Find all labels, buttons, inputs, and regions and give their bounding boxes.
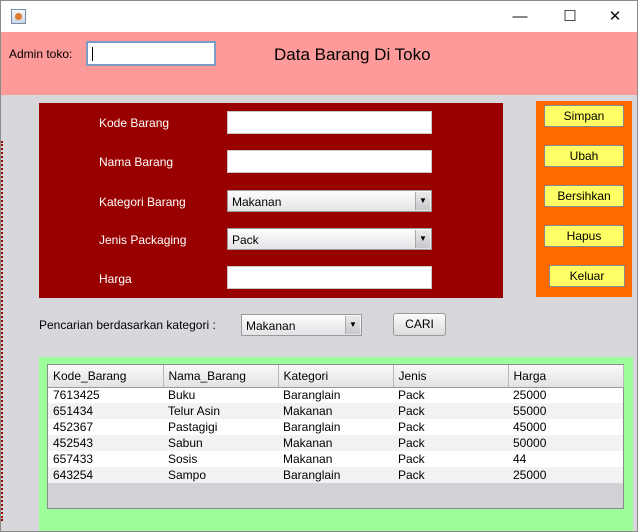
- table-cell: 643254: [48, 467, 163, 483]
- header-panel: Admin toko: Data Barang Di Toko: [1, 32, 637, 95]
- form-panel: Kode Barang Nama Barang Kategori Barang …: [39, 103, 503, 298]
- column-header[interactable]: Kode_Barang: [48, 365, 164, 388]
- table-cell: Pack: [393, 387, 508, 403]
- table-cell: Pack: [393, 403, 508, 419]
- page-title: Data Barang Di Toko: [274, 45, 431, 64]
- table-cell: 50000: [508, 435, 623, 451]
- table-cell: 452367: [48, 419, 163, 435]
- table-row[interactable]: 657433 Sosis Makanan Pack 44: [48, 451, 623, 467]
- table-cell: Makanan: [278, 435, 393, 451]
- table-header-row: Kode_Barang Nama_Barang Kategori Jenis H…: [48, 365, 624, 388]
- table-cell: Sosis: [163, 451, 278, 467]
- hapus-button[interactable]: Hapus: [544, 225, 624, 247]
- table-cell: Baranglain: [278, 467, 393, 483]
- text-caret: [92, 47, 93, 61]
- close-button[interactable]: ✕: [592, 1, 637, 32]
- table-cell: 7613425: [48, 387, 163, 403]
- kategori-barang-select[interactable]: Makanan ▼: [227, 190, 432, 212]
- search-label: Pencarian berdasarkan kategori :: [39, 318, 216, 332]
- kategori-barang-label: Kategori Barang: [99, 195, 186, 209]
- column-header[interactable]: Harga: [508, 365, 624, 388]
- table-scroll-pane[interactable]: Kode_Barang Nama_Barang Kategori Jenis H…: [47, 364, 624, 509]
- table-cell: Telur Asin: [163, 403, 278, 419]
- table-cell: Pastagigi: [163, 419, 278, 435]
- minimize-button[interactable]: —: [497, 1, 543, 32]
- table-cell: 25000: [508, 467, 623, 483]
- action-button-panel: Simpan Ubah Bersihkan Hapus Keluar: [536, 101, 632, 297]
- jenis-packaging-select[interactable]: Pack ▼: [227, 228, 432, 250]
- table-cell: 657433: [48, 451, 163, 467]
- harga-input[interactable]: [227, 266, 432, 289]
- nama-barang-input[interactable]: [227, 150, 432, 173]
- table-cell: 651434: [48, 403, 163, 419]
- chevron-down-icon[interactable]: ▼: [415, 192, 430, 210]
- kode-barang-input[interactable]: [227, 111, 432, 134]
- table-cell: 44: [508, 451, 623, 467]
- table-cell: Makanan: [278, 451, 393, 467]
- table-cell: Pack: [393, 419, 508, 435]
- table-cell: Pack: [393, 435, 508, 451]
- table-row[interactable]: 643254 Sampo Baranglain Pack 25000: [48, 467, 623, 483]
- kategori-barang-value: Makanan: [232, 195, 282, 209]
- keluar-button[interactable]: Keluar: [549, 265, 625, 287]
- table-cell: Pack: [393, 467, 508, 483]
- table-row[interactable]: 651434 Telur Asin Makanan Pack 55000: [48, 403, 623, 419]
- table-row[interactable]: 7613425 Buku Baranglain Pack 25000: [48, 387, 623, 403]
- table-cell: 45000: [508, 419, 623, 435]
- table-panel: Kode_Barang Nama_Barang Kategori Jenis H…: [39, 357, 633, 531]
- app-window: — ☐ ✕ Admin toko: Data Barang Di Toko Ko…: [0, 0, 638, 532]
- kode-barang-label: Kode Barang: [99, 116, 170, 130]
- table-row[interactable]: 452367 Pastagigi Baranglain Pack 45000: [48, 419, 623, 435]
- chevron-down-icon[interactable]: ▼: [345, 316, 360, 334]
- column-header[interactable]: Nama_Barang: [163, 365, 279, 388]
- admin-input[interactable]: [86, 41, 216, 66]
- ubah-button[interactable]: Ubah: [544, 145, 624, 167]
- search-category-select[interactable]: Makanan ▼: [241, 314, 362, 336]
- table-cell: Pack: [393, 451, 508, 467]
- table-cell: 25000: [508, 387, 623, 403]
- harga-label: Harga: [99, 272, 132, 286]
- search-category-value: Makanan: [246, 319, 296, 333]
- title-bar: — ☐ ✕: [1, 1, 637, 32]
- table-cell: 55000: [508, 403, 623, 419]
- jenis-packaging-value: Pack: [232, 233, 259, 247]
- simpan-button[interactable]: Simpan: [544, 105, 624, 127]
- table-cell: Makanan: [278, 403, 393, 419]
- chevron-down-icon[interactable]: ▼: [415, 230, 430, 248]
- table-cell: Sampo: [163, 467, 278, 483]
- table-cell: 452543: [48, 435, 163, 451]
- table-cell: Baranglain: [278, 419, 393, 435]
- table-cell: Baranglain: [278, 387, 393, 403]
- window-edge-marks: [1, 141, 3, 521]
- table-cell: Buku: [163, 387, 278, 403]
- table-row[interactable]: 452543 Sabun Makanan Pack 50000: [48, 435, 623, 451]
- admin-label: Admin toko:: [9, 47, 73, 61]
- bersihkan-button[interactable]: Bersihkan: [544, 185, 624, 207]
- table-cell: Sabun: [163, 435, 278, 451]
- column-header[interactable]: Jenis: [393, 365, 509, 388]
- java-app-icon: [11, 9, 26, 24]
- cari-button[interactable]: CARI: [393, 313, 446, 336]
- column-header[interactable]: Kategori: [278, 365, 394, 388]
- nama-barang-label: Nama Barang: [99, 155, 174, 169]
- barang-table: Kode_Barang Nama_Barang Kategori Jenis H…: [48, 365, 624, 483]
- maximize-button[interactable]: ☐: [547, 1, 593, 32]
- jenis-packaging-label: Jenis Packaging: [99, 233, 187, 247]
